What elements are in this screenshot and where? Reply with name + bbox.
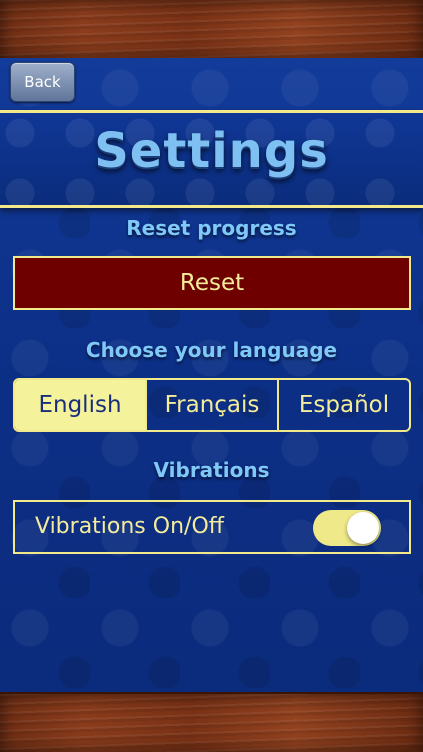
vibrations-toggle[interactable] [313, 510, 381, 546]
vibrations-toggle-label: Vibrations On/Off [35, 514, 224, 539]
reset-button[interactable]: Reset [13, 256, 411, 310]
toggle-knob [347, 512, 379, 544]
language-option-espanol[interactable]: Español [277, 380, 409, 430]
wood-header [0, 0, 423, 60]
language-segmented-control: English Français Español [13, 378, 411, 432]
language-option-francais[interactable]: Français [145, 380, 277, 430]
reset-section-label: Reset progress [126, 216, 297, 240]
back-button[interactable]: Back [10, 62, 75, 102]
wood-footer [0, 692, 423, 752]
page-title: Settings [94, 123, 329, 179]
language-option-english[interactable]: English [15, 380, 145, 430]
title-banner: Settings [0, 110, 423, 208]
back-button-label: Back [24, 73, 61, 91]
language-section-label: Choose your language [85, 338, 338, 362]
vibrations-section-label: Vibrations [153, 458, 270, 482]
vibrations-row: Vibrations On/Off [13, 500, 411, 554]
